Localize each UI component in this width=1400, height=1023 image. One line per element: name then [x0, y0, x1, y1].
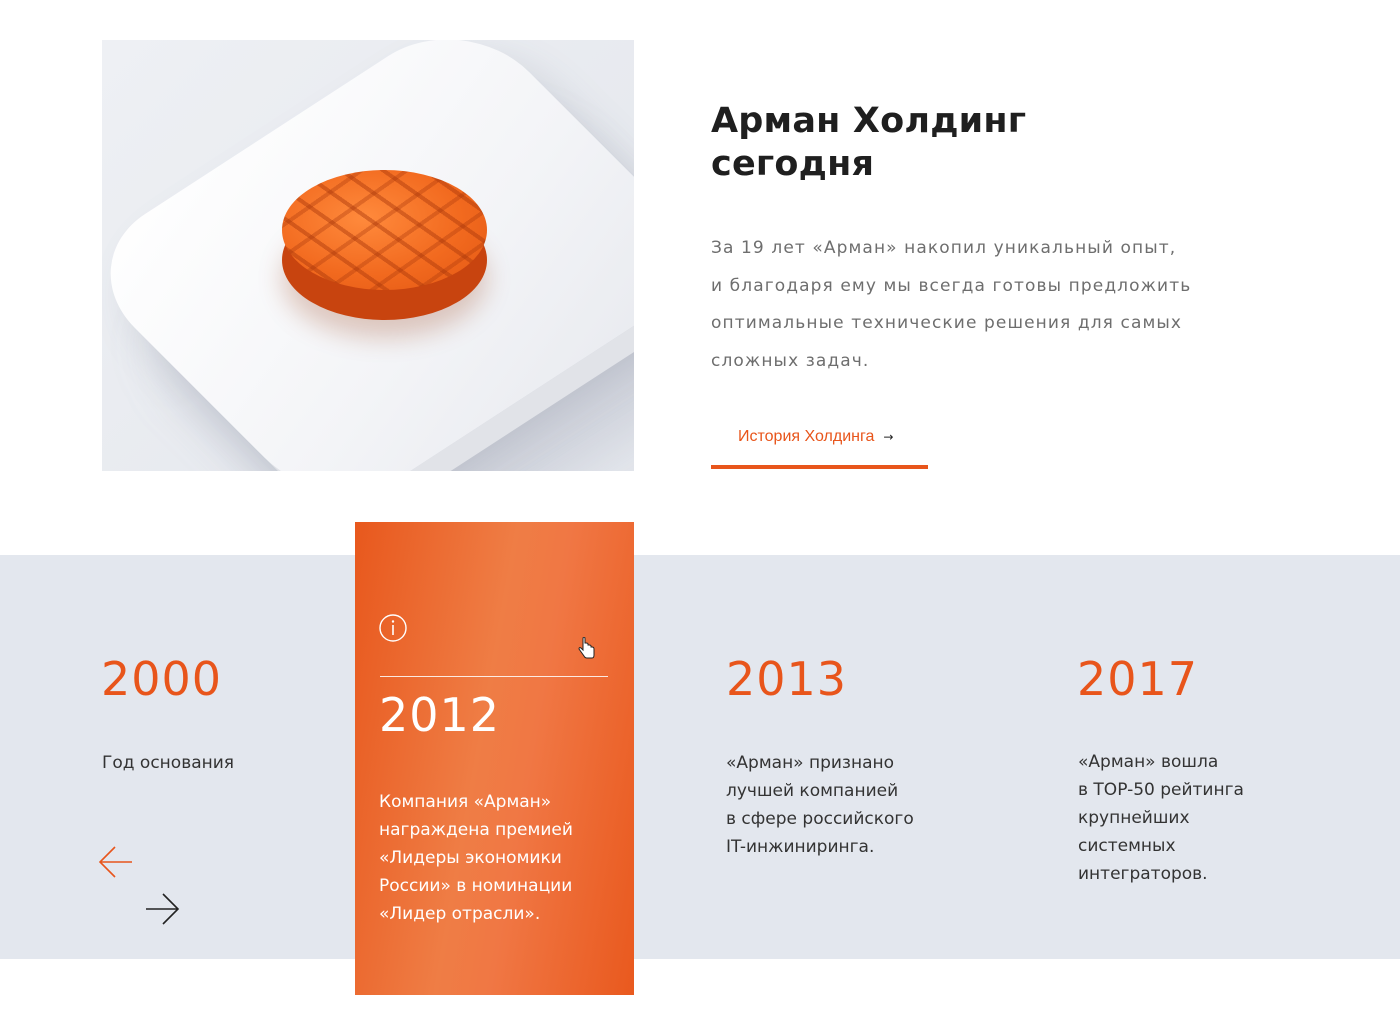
timeline-caption-2000: Год основания	[102, 749, 322, 777]
description-line: и благодаря ему мы всегда готовы предлож…	[711, 275, 1192, 296]
title-line-2: сегодня	[711, 144, 875, 184]
timeline-year-2017: 2017	[1077, 652, 1199, 706]
caption-line: «Арман» признано	[726, 753, 895, 773]
caption-line: «Лидер отрасли».	[379, 904, 541, 924]
timeline-year-2000: 2000	[101, 652, 223, 706]
timeline-caption-2013: «Арман» признано лучшей компанией в сфер…	[726, 749, 1026, 861]
arrow-left-icon	[98, 846, 132, 878]
caption-line: системных	[1078, 836, 1176, 856]
caption-line: награждена премией	[379, 820, 573, 840]
description-line: За 19 лет «Арман» накопил уникальный опы…	[711, 238, 1177, 258]
caption-line: «Арман» вошла	[1078, 752, 1219, 772]
timeline-card-2012-active[interactable]: 2012 Компания «Арман» награждена премией…	[355, 522, 634, 995]
history-link-label: История Холдинга	[738, 428, 875, 445]
caption-line: в сфере российского	[726, 809, 914, 829]
orange-coin-logo	[282, 170, 487, 290]
history-link-underline	[711, 465, 928, 469]
info-icon[interactable]	[379, 614, 407, 642]
caption-line: крупнейших	[1078, 808, 1190, 828]
caption-line: IT-инжиниринга.	[726, 837, 875, 857]
description-line: сложных задач.	[711, 350, 870, 371]
timeline-caption-2012: Компания «Арман» награждена премией «Лид…	[379, 788, 624, 928]
caption-line: России» в номинации	[379, 876, 573, 896]
prev-arrow-button[interactable]	[97, 843, 135, 881]
section-title: Арман Холдинг сегодня	[711, 100, 1171, 186]
next-arrow-button[interactable]	[143, 890, 181, 928]
history-link[interactable]: История Холдинга →	[711, 405, 928, 469]
caption-line: Компания «Арман»	[379, 792, 552, 812]
section-description: За 19 лет «Арман» накопил уникальный опы…	[711, 230, 1251, 380]
caption-line: в TOP-50 рейтинга	[1078, 780, 1244, 800]
timeline-year-2013: 2013	[726, 652, 848, 706]
title-line-1: Арман Холдинг	[711, 101, 1027, 141]
card-divider	[380, 676, 608, 677]
caption-line: Год основания	[102, 753, 235, 773]
description-line: оптимальные технические решения для самы…	[711, 313, 1183, 333]
arrow-right-small-icon: →	[883, 430, 894, 444]
caption-line: «Лидеры экономики	[379, 848, 562, 868]
caption-line: интеграторов.	[1078, 864, 1208, 884]
timeline-year-2012: 2012	[379, 688, 501, 742]
arrow-right-icon	[146, 893, 180, 925]
timeline-caption-2017: «Арман» вошла в TOP-50 рейтинга крупнейш…	[1078, 748, 1378, 888]
caption-line: лучшей компанией	[726, 781, 899, 801]
hand-cursor-icon	[578, 637, 595, 659]
hero-image	[102, 40, 634, 471]
